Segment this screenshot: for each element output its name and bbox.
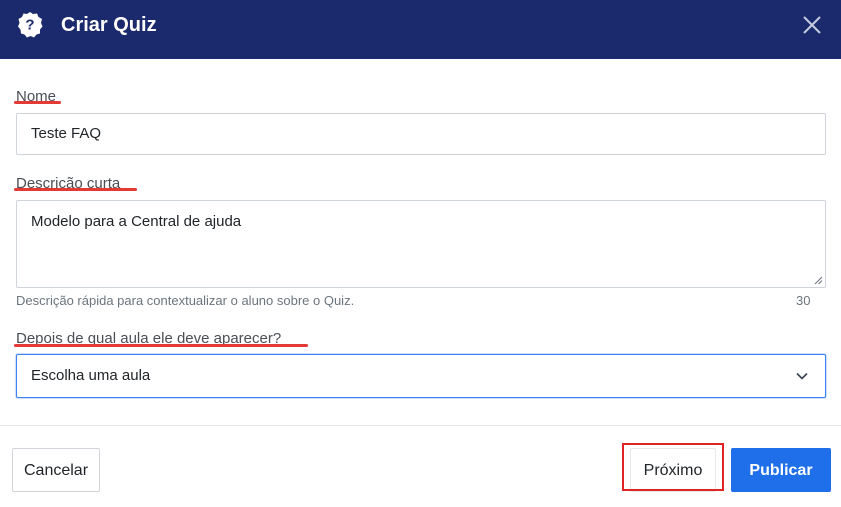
chevron-down-icon <box>796 372 808 380</box>
description-textarea[interactable]: Modelo para a Central de ajuda <box>16 200 826 288</box>
description-label-underline <box>14 188 137 191</box>
svg-text:?: ? <box>25 17 34 34</box>
resize-grip-icon[interactable] <box>813 275 823 285</box>
modal-title: Criar Quiz <box>61 14 157 36</box>
next-button[interactable]: Próximo <box>630 448 716 492</box>
lesson-label-underline <box>14 344 308 347</box>
modal-header: ? Criar Quiz <box>0 0 841 59</box>
question-circle-icon: ? <box>18 12 43 38</box>
lesson-select[interactable]: Escolha uma aula <box>16 354 826 398</box>
name-label-underline <box>14 101 61 104</box>
footer-divider <box>0 425 841 426</box>
description-char-counter: 30 <box>796 293 811 308</box>
description-helper-text: Descrição rápida para contextualizar o a… <box>16 293 355 308</box>
name-input[interactable]: Teste FAQ <box>16 113 826 155</box>
close-icon[interactable] <box>801 14 823 36</box>
cancel-button[interactable]: Cancelar <box>12 448 100 492</box>
publish-button[interactable]: Publicar <box>731 448 831 492</box>
lesson-select-value: Escolha uma aula <box>31 367 151 384</box>
description-value: Modelo para a Central de ajuda <box>31 213 242 230</box>
